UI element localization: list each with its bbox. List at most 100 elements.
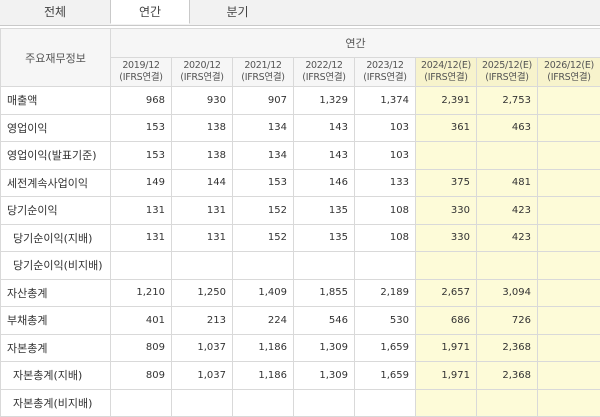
value-cell: 330 [416, 197, 477, 225]
table-row: 자산총계1,2101,2501,4091,8552,1892,6573,094 [1, 279, 600, 307]
row-label: 자본총계 [1, 334, 111, 362]
value-cell: 1,971 [416, 334, 477, 362]
value-cell: 134 [233, 142, 294, 170]
table-row: 당기순이익(지배)131131152135108330423 [1, 224, 600, 252]
value-cell: 907 [233, 87, 294, 115]
value-cell: 133 [355, 169, 416, 197]
value-cell: 144 [172, 169, 233, 197]
value-cell: 375 [416, 169, 477, 197]
value-cell: 1,309 [294, 362, 355, 390]
value-cell [416, 389, 477, 417]
period-basis: (IFRS연결) [416, 72, 476, 84]
value-cell: 1,186 [233, 362, 294, 390]
value-cell: 131 [172, 197, 233, 225]
value-cell: 224 [233, 307, 294, 335]
value-cell: 463 [477, 114, 538, 142]
row-label: 자본총계(비지배) [1, 389, 111, 417]
value-cell [538, 307, 600, 335]
value-cell: 423 [477, 197, 538, 225]
period-basis: (IFRS연결) [172, 72, 232, 84]
value-cell: 1,374 [355, 87, 416, 115]
period-year: 2025/12(E) [477, 60, 537, 72]
value-cell [538, 279, 600, 307]
value-cell: 149 [111, 169, 172, 197]
value-cell: 2,753 [477, 87, 538, 115]
value-cell: 2,391 [416, 87, 477, 115]
table-row: 당기순이익131131152135108330423 [1, 197, 600, 225]
period-header: 2019/12(IFRS연결) [111, 58, 172, 87]
value-cell [477, 142, 538, 170]
value-cell: 1,210 [111, 279, 172, 307]
value-cell: 153 [233, 169, 294, 197]
value-cell: 103 [355, 114, 416, 142]
period-basis: (IFRS연결) [111, 72, 171, 84]
period-year: 2021/12 [233, 60, 293, 72]
row-label: 당기순이익 [1, 197, 111, 225]
value-cell: 1,037 [172, 334, 233, 362]
row-label: 세전계속사업이익 [1, 169, 111, 197]
value-cell [538, 252, 600, 280]
value-cell: 1,659 [355, 362, 416, 390]
value-cell [172, 389, 233, 417]
period-header: 2023/12(IFRS연결) [355, 58, 416, 87]
value-cell: 530 [355, 307, 416, 335]
value-cell: 809 [111, 362, 172, 390]
value-cell: 135 [294, 197, 355, 225]
value-cell: 135 [294, 224, 355, 252]
period-basis: (IFRS연결) [538, 72, 600, 84]
value-cell: 3,094 [477, 279, 538, 307]
value-cell: 2,368 [477, 362, 538, 390]
table-row: 당기순이익(비지배) [1, 252, 600, 280]
value-cell: 143 [294, 114, 355, 142]
value-cell: 138 [172, 142, 233, 170]
tab-annual[interactable]: 연간 [110, 0, 190, 24]
value-cell: 361 [416, 114, 477, 142]
period-tab-bar: 전체 연간 분기 [0, 0, 600, 26]
table-row: 자본총계(지배)8091,0371,1861,3091,6591,9712,36… [1, 362, 600, 390]
value-cell [172, 252, 233, 280]
value-cell [538, 142, 600, 170]
value-cell [233, 252, 294, 280]
value-cell: 546 [294, 307, 355, 335]
period-header: 2020/12(IFRS연결) [172, 58, 233, 87]
value-cell: 1,971 [416, 362, 477, 390]
value-cell: 686 [416, 307, 477, 335]
value-cell [111, 252, 172, 280]
value-cell: 153 [111, 114, 172, 142]
value-cell [294, 389, 355, 417]
tab-quarterly[interactable]: 분기 [190, 0, 285, 25]
value-cell [477, 389, 538, 417]
period-basis: (IFRS연결) [294, 72, 354, 84]
value-cell [538, 334, 600, 362]
period-header: 2022/12(IFRS연결) [294, 58, 355, 87]
table-row: 자본총계8091,0371,1861,3091,6591,9712,368 [1, 334, 600, 362]
value-cell: 213 [172, 307, 233, 335]
value-cell: 1,037 [172, 362, 233, 390]
value-cell [416, 142, 477, 170]
value-cell: 131 [111, 197, 172, 225]
value-cell: 143 [294, 142, 355, 170]
value-cell: 152 [233, 197, 294, 225]
value-cell [538, 197, 600, 225]
period-header: 2024/12(E)(IFRS연결) [416, 58, 477, 87]
period-year: 2026/12(E) [538, 60, 600, 72]
period-basis: (IFRS연결) [477, 72, 537, 84]
value-cell: 1,186 [233, 334, 294, 362]
tab-all[interactable]: 전체 [0, 0, 110, 25]
value-cell [355, 389, 416, 417]
value-cell [538, 224, 600, 252]
value-cell: 968 [111, 87, 172, 115]
row-label: 당기순이익(비지배) [1, 252, 111, 280]
table-row: 자본총계(비지배) [1, 389, 600, 417]
value-cell: 1,855 [294, 279, 355, 307]
value-cell: 103 [355, 142, 416, 170]
value-cell: 1,659 [355, 334, 416, 362]
period-year: 2022/12 [294, 60, 354, 72]
value-cell: 1,409 [233, 279, 294, 307]
value-cell: 108 [355, 197, 416, 225]
period-year: 2019/12 [111, 60, 171, 72]
value-cell: 401 [111, 307, 172, 335]
value-cell [355, 252, 416, 280]
table-row: 부채총계401213224546530686726 [1, 307, 600, 335]
value-cell [538, 169, 600, 197]
